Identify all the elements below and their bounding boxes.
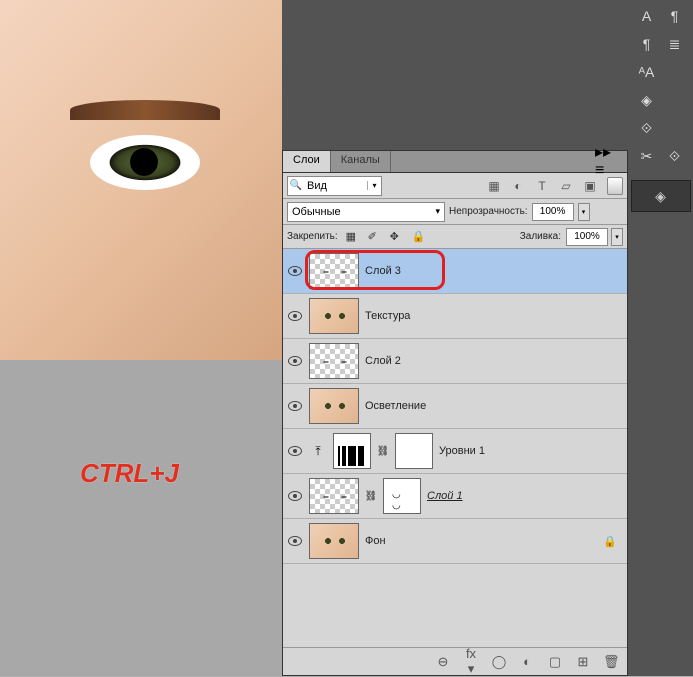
adjustment-thumbnail[interactable] — [333, 433, 371, 469]
layer-row[interactable]: Осветление — [283, 384, 627, 429]
panel-menu-button[interactable]: ▸▸ ≡ — [595, 153, 623, 169]
tab-layers[interactable]: Слои — [283, 151, 331, 172]
paragraph-panel-icon[interactable]: ¶ — [661, 4, 689, 28]
panel-tabs: Слои Каналы ▸▸ ≡ — [283, 151, 627, 173]
opacity-dropdown[interactable]: ▾ — [578, 203, 590, 221]
layer-thumbnail[interactable] — [309, 388, 359, 424]
right-tool-dock: A ¶ ¶ ≣ ᴬA ◈ ⟐ ✂ ⟐ ◈ — [628, 0, 693, 676]
clip-icon: ⤒ — [309, 442, 327, 460]
layers-bottom-bar: ⊖ fx ▾ ◯ ◐ ▢ ⊞ 🗑 — [283, 647, 627, 675]
visibility-toggle[interactable] — [287, 263, 303, 279]
layer-thumbnail[interactable] — [309, 343, 359, 379]
visibility-toggle[interactable] — [287, 308, 303, 324]
filter-kind-select[interactable]: 🔍 Вид ▾ — [287, 176, 382, 196]
lock-position-icon[interactable]: ✥ — [390, 230, 404, 244]
filter-kind-label: Вид — [304, 180, 367, 192]
visibility-toggle[interactable] — [287, 443, 303, 459]
styles-panel-icon[interactable]: ≣ — [661, 32, 689, 56]
visibility-toggle[interactable] — [287, 353, 303, 369]
layer-thumbnail[interactable] — [309, 478, 359, 514]
chevron-down-icon: ▾ — [367, 181, 381, 190]
new-group-icon[interactable]: ▢ — [547, 654, 563, 670]
layer-filter-row: 🔍 Вид ▾ ▦ ◐ T ▱ ▣ — [283, 173, 627, 199]
eye-image-content — [60, 120, 240, 210]
lock-label: Закрепить: — [287, 231, 338, 242]
eye-icon — [288, 491, 302, 501]
fill-dropdown[interactable]: ▾ — [611, 228, 623, 246]
link-icon[interactable]: ⛓ — [365, 491, 377, 502]
document-image[interactable] — [0, 0, 282, 360]
scissors-icon[interactable]: ✂ — [633, 144, 661, 168]
layer-name[interactable]: Фон — [365, 535, 386, 547]
layer-list: Слой 3 Текстура Слой 2 Осветление ⤒ — [283, 249, 627, 564]
canvas-area: CTRL+J — [0, 0, 282, 676]
opacity-label: Непрозрачность: — [449, 206, 528, 217]
blend-opacity-row: Обычные Непрозрачность: 100% ▾ — [283, 199, 627, 225]
mask-thumbnail[interactable] — [395, 433, 433, 469]
link-layers-icon[interactable]: ⊖ — [435, 654, 451, 670]
add-mask-icon[interactable]: ◯ — [491, 654, 507, 670]
char-styles-icon[interactable]: ᴬA — [633, 60, 661, 84]
visibility-toggle[interactable] — [287, 398, 303, 414]
swatch2-icon[interactable]: ⟐ — [661, 144, 689, 168]
layer-row[interactable]: Слой 2 — [283, 339, 627, 384]
eye-icon — [288, 536, 302, 546]
filter-pixel-icon[interactable]: ▦ — [485, 177, 503, 195]
visibility-toggle[interactable] — [287, 488, 303, 504]
fill-label: Заливка: — [520, 231, 561, 242]
filter-type-icons: ▦ ◐ T ▱ ▣ — [485, 177, 599, 195]
layer-thumbnail[interactable] — [309, 298, 359, 334]
layer-thumbnail[interactable] — [309, 523, 359, 559]
blank-icon — [661, 88, 689, 112]
visibility-toggle[interactable] — [287, 533, 303, 549]
layers-dock-button[interactable]: ◈ — [631, 180, 691, 212]
lock-transparent-icon[interactable]: ▦ — [346, 230, 360, 244]
fill-value[interactable]: 100% — [566, 228, 608, 246]
layer-name[interactable]: Слой 2 — [365, 355, 401, 367]
layer-name[interactable]: Текстура — [365, 310, 410, 322]
layers-panel: Слои Каналы ▸▸ ≡ 🔍 Вид ▾ ▦ ◐ T ▱ ▣ Обычн… — [282, 150, 628, 676]
swatch-icon[interactable]: ⟐ — [633, 116, 661, 140]
filter-type-icon[interactable]: T — [533, 177, 551, 195]
new-layer-icon[interactable]: ⊞ — [575, 654, 591, 670]
opacity-value[interactable]: 100% — [532, 203, 574, 221]
layer-row-selected[interactable]: Слой 3 — [283, 249, 627, 294]
layer-name[interactable]: Осветление — [365, 400, 426, 412]
shortcut-annotation: CTRL+J — [80, 458, 179, 489]
fx-icon[interactable]: fx ▾ — [463, 646, 479, 677]
panel-column: Слои Каналы ▸▸ ≡ 🔍 Вид ▾ ▦ ◐ T ▱ ▣ Обычн… — [282, 0, 628, 676]
trash-icon[interactable]: 🗑 — [603, 654, 619, 670]
layer-row[interactable]: ⛓ Слой 1 — [283, 474, 627, 519]
layer-row-adjustment[interactable]: ⤒ ⛓ Уровни 1 — [283, 429, 627, 474]
eye-icon — [288, 311, 302, 321]
blank-icon — [661, 60, 689, 84]
lock-pixels-icon[interactable]: ✐ — [368, 230, 382, 244]
layer-name[interactable]: Слой 3 — [365, 265, 401, 277]
layer-thumbnail[interactable] — [309, 253, 359, 289]
layer-row-background[interactable]: Фон 🔒 — [283, 519, 627, 564]
lock-fill-row: Закрепить: ▦ ✐ ✥ 🔒 Заливка: 100% ▾ — [283, 225, 627, 249]
tab-channels[interactable]: Каналы — [331, 151, 391, 172]
paragraph2-icon[interactable]: ¶ — [633, 32, 661, 56]
layer-row[interactable]: Текстура — [283, 294, 627, 339]
layer-name[interactable]: Слой 1 — [427, 490, 463, 502]
cube-icon[interactable]: ◈ — [633, 88, 661, 112]
eye-icon — [288, 356, 302, 366]
filter-adjust-icon[interactable]: ◐ — [509, 177, 527, 195]
layer-name[interactable]: Уровни 1 — [439, 445, 485, 457]
eye-icon — [288, 266, 302, 276]
character-panel-icon[interactable]: A — [633, 4, 661, 28]
new-adjustment-icon[interactable]: ◐ — [519, 654, 535, 669]
eye-icon — [288, 401, 302, 411]
link-icon[interactable]: ⛓ — [377, 446, 389, 457]
search-icon: 🔍 — [288, 180, 304, 191]
mask-thumbnail[interactable] — [383, 478, 421, 514]
eye-icon — [288, 446, 302, 456]
lock-all-icon[interactable]: 🔒 — [412, 230, 426, 244]
lock-icon: 🔒 — [603, 535, 617, 548]
blank-icon — [661, 116, 689, 140]
blend-mode-select[interactable]: Обычные — [287, 202, 445, 222]
filter-shape-icon[interactable]: ▱ — [557, 177, 575, 195]
